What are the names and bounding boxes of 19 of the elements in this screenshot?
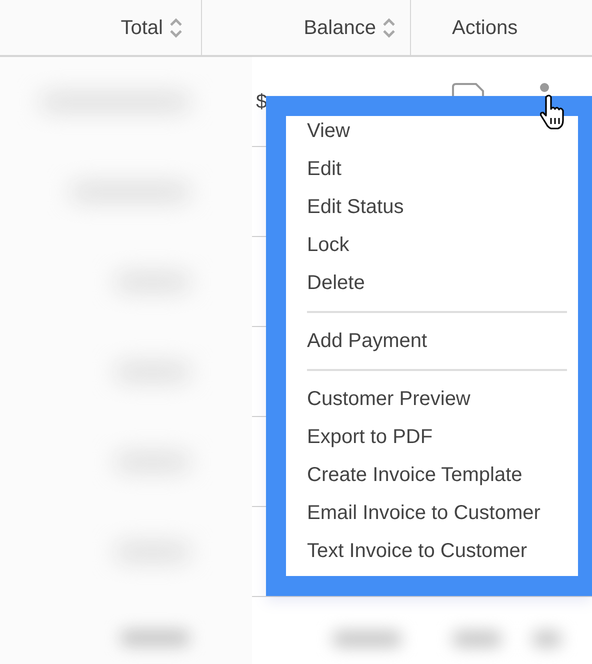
sort-icon[interactable] (169, 18, 183, 38)
column-header[interactable]: Balance (304, 12, 376, 42)
menu-item[interactable]: Edit (286, 150, 578, 188)
menu-item[interactable]: Customer Preview (286, 380, 578, 418)
more-options-icon[interactable] (540, 83, 549, 92)
menu-item[interactable]: Email Invoice to Customer (286, 494, 578, 532)
menu-item[interactable]: Add Payment (286, 322, 578, 360)
menu-item[interactable]: View (286, 112, 578, 150)
document-icon[interactable] (451, 83, 485, 97)
column-header: Actions (452, 16, 518, 40)
menu-item[interactable]: Delete (286, 264, 578, 302)
sort-icon[interactable] (382, 18, 396, 38)
column-header[interactable]: Total (120, 12, 163, 42)
menu-item[interactable]: Create Invoice Template (286, 456, 578, 494)
menu-item[interactable]: Export to PDF (286, 418, 578, 456)
menu-item[interactable]: Edit Status (286, 188, 578, 226)
menu-item[interactable]: Text Invoice to Customer (286, 532, 578, 570)
menu-item[interactable]: Lock (286, 226, 578, 264)
balance-value: $ (256, 90, 268, 115)
